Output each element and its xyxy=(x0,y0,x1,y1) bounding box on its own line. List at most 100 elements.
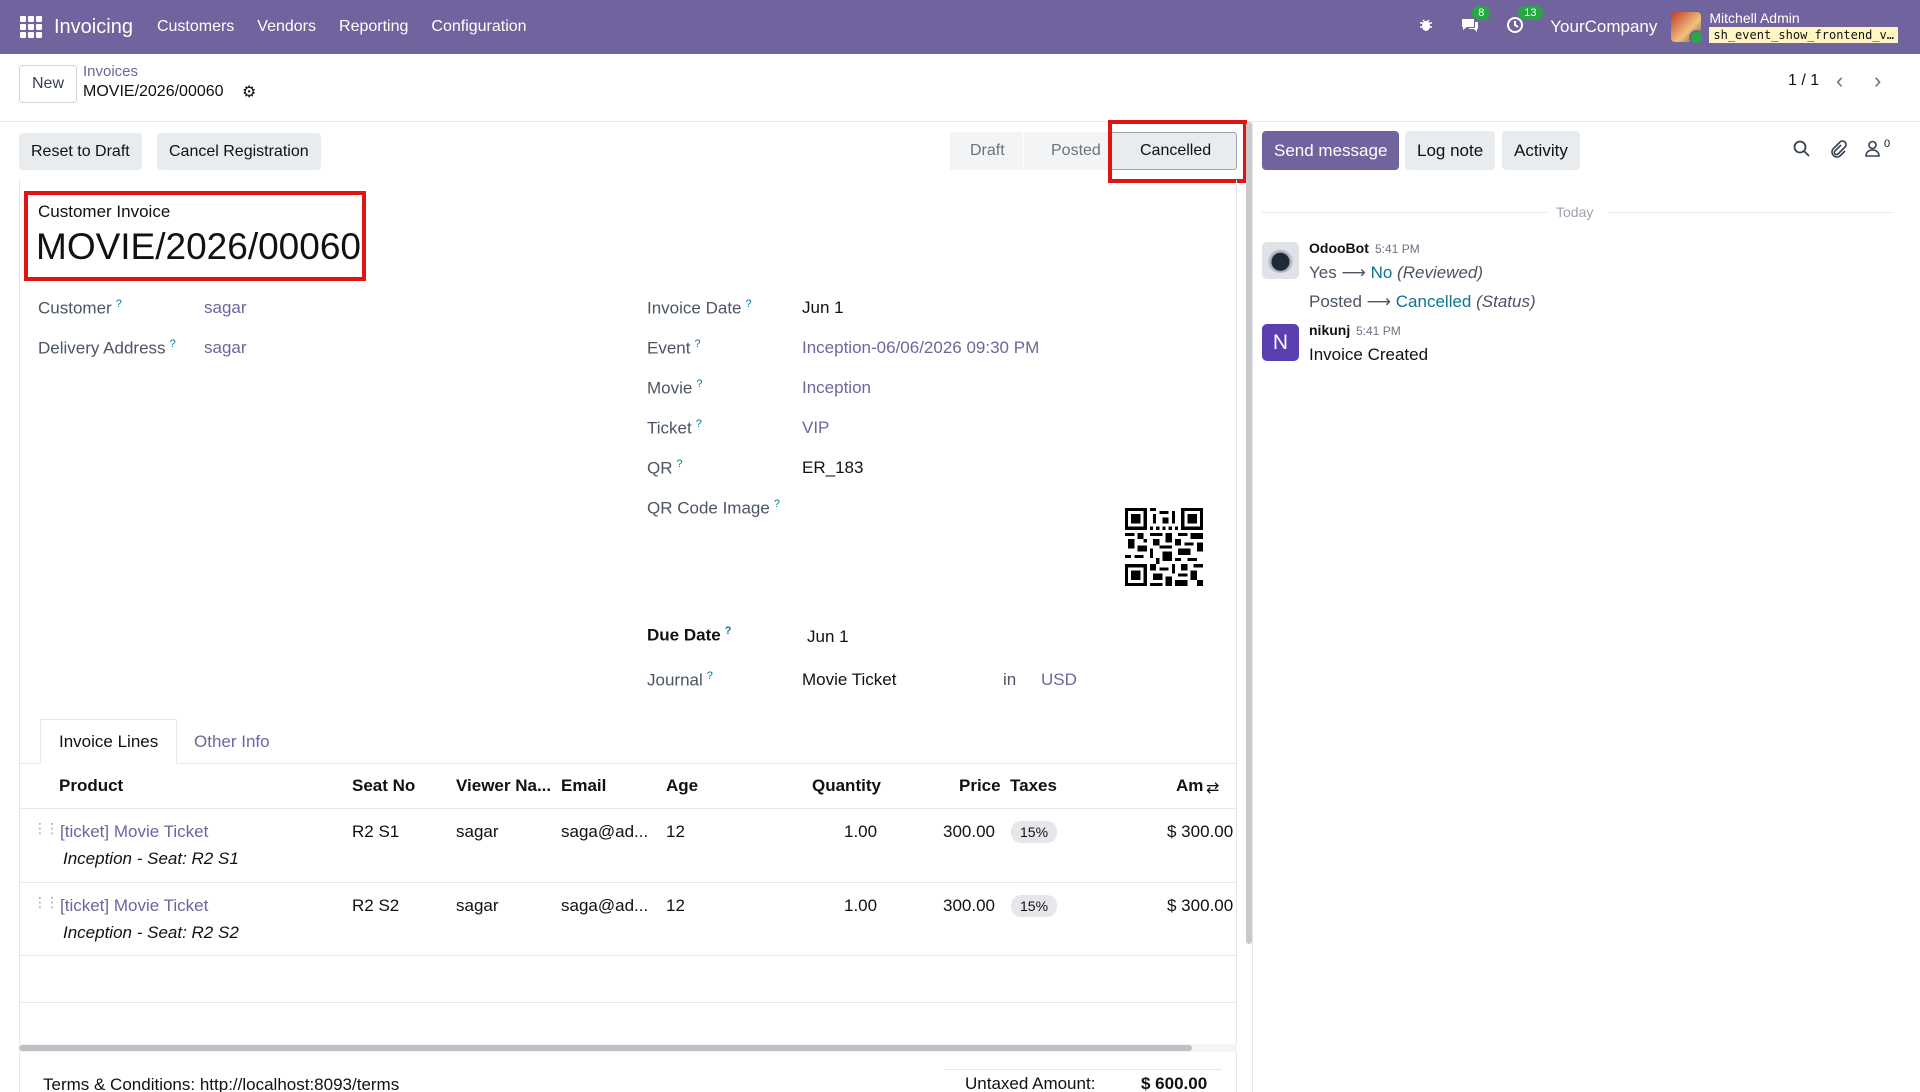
header-divider xyxy=(19,808,1237,809)
due-date-field[interactable]: Jun 1 xyxy=(807,627,849,647)
journal-field[interactable]: Movie Ticket xyxy=(802,670,896,690)
bug-icon[interactable] xyxy=(1418,17,1434,38)
row2-price[interactable]: 300.00 xyxy=(943,896,995,916)
customer-field[interactable]: sagar xyxy=(204,298,247,318)
row2-tax-badge[interactable]: 15% xyxy=(1011,895,1058,917)
movie-field[interactable]: Inception xyxy=(802,378,871,398)
app-name[interactable]: Invoicing xyxy=(54,16,133,39)
qr-code-image[interactable] xyxy=(1125,508,1203,586)
tab-invoice-lines[interactable]: Invoice Lines xyxy=(40,719,178,764)
message-author[interactable]: nikunj xyxy=(1309,322,1350,338)
tab-other-info[interactable]: Other Info xyxy=(176,719,288,764)
row-divider xyxy=(19,882,1237,883)
row1-product[interactable]: [ticket] Movie Ticket xyxy=(60,822,208,842)
row2-seat[interactable]: R2 S2 xyxy=(352,896,399,916)
new-button[interactable]: New xyxy=(19,65,78,103)
activity-button[interactable]: Activity xyxy=(1502,131,1580,170)
message-body: Invoice Created xyxy=(1309,345,1429,364)
message-time: 5:41 PM xyxy=(1356,324,1401,338)
invoice-date-label: Invoice Date? xyxy=(647,298,752,318)
row2-product[interactable]: [ticket] Movie Ticket xyxy=(60,896,208,916)
untaxed-amount-value: $ 600.00 xyxy=(1141,1074,1208,1092)
event-field[interactable]: Inception-06/06/2026 09:30 PM xyxy=(802,338,1039,358)
menu-customers[interactable]: Customers xyxy=(157,18,234,36)
user-avatar[interactable] xyxy=(1671,12,1705,45)
messages-badge: 8 xyxy=(1472,5,1491,20)
send-message-button[interactable]: Send message xyxy=(1262,131,1400,170)
clock-icon[interactable]: 13 xyxy=(1506,5,1543,39)
user-menu[interactable]: Mitchell Admin sh_event_show_frontend_v… xyxy=(1709,11,1898,43)
col-amount[interactable]: Am xyxy=(1176,776,1203,796)
row1-amount: $ 300.00 xyxy=(1167,822,1234,841)
row1-email[interactable]: saga@ad... xyxy=(561,822,648,842)
drag-handle-icon[interactable]: ⋮⋮ xyxy=(33,895,59,909)
row2-age[interactable]: 12 xyxy=(666,896,685,916)
menu-reporting[interactable]: Reporting xyxy=(339,18,408,36)
ticket-field[interactable]: VIP xyxy=(802,418,829,438)
row-divider xyxy=(19,955,1237,956)
qr-label: QR? xyxy=(647,458,683,478)
table-hscroll-thumb[interactable] xyxy=(19,1045,1192,1051)
search-icon[interactable] xyxy=(1793,140,1810,162)
row2-quantity[interactable]: 1.00 xyxy=(844,896,877,916)
company-switcher[interactable]: YourCompany xyxy=(1550,17,1657,37)
control-panel: New Invoices MOVIE/2026/00060 ⚙ 1 / 1 ‹ … xyxy=(0,54,1920,122)
date-divider-right xyxy=(1608,212,1893,213)
col-product[interactable]: Product xyxy=(59,776,123,796)
apps-grid-icon[interactable] xyxy=(20,16,42,38)
tracking-change-reviewed: Yes ⟶ No (Reviewed) xyxy=(1309,263,1484,282)
gear-icon[interactable]: ⚙ xyxy=(242,82,256,102)
cancel-registration-button[interactable]: Cancel Registration xyxy=(157,133,321,170)
followers-icon[interactable] xyxy=(1864,140,1881,162)
row2-amount: $ 300.00 xyxy=(1167,896,1234,915)
log-note-button[interactable]: Log note xyxy=(1405,131,1496,170)
row1-price[interactable]: 300.00 xyxy=(943,822,995,842)
odoobot-avatar[interactable] xyxy=(1262,242,1299,279)
qr-field[interactable]: ER_183 xyxy=(802,458,863,478)
col-viewer-name[interactable]: Viewer Na... xyxy=(456,776,551,796)
menu-configuration[interactable]: Configuration xyxy=(431,18,526,36)
col-taxes[interactable]: Taxes xyxy=(1010,776,1057,796)
nikunj-avatar[interactable]: N xyxy=(1262,324,1299,361)
reset-to-draft-button[interactable]: Reset to Draft xyxy=(19,133,142,170)
terms-conditions[interactable]: Terms & Conditions: http://localhost:809… xyxy=(43,1075,399,1092)
row2-email[interactable]: saga@ad... xyxy=(561,896,648,916)
in-label: in xyxy=(1003,670,1017,689)
stage-draft[interactable]: Draft xyxy=(950,132,1023,170)
chatter-divider xyxy=(1252,122,1253,1092)
row1-viewer[interactable]: sagar xyxy=(456,822,499,842)
due-date-label: Due Date? xyxy=(647,625,732,645)
row1-seat[interactable]: R2 S1 xyxy=(352,822,399,842)
invoice-date-field[interactable]: Jun 1 xyxy=(802,298,844,318)
paperclip-icon[interactable] xyxy=(1829,140,1847,163)
chevron-left-icon[interactable]: ‹ xyxy=(1836,68,1843,94)
breadcrumb-invoices[interactable]: Invoices xyxy=(83,63,138,80)
chevron-right-icon[interactable]: › xyxy=(1874,68,1881,94)
row1-tax-badge[interactable]: 15% xyxy=(1011,821,1058,843)
journal-label: Journal? xyxy=(647,670,713,690)
totals-divider xyxy=(944,1069,1222,1070)
pager-value[interactable]: 1 / 1 xyxy=(1788,72,1819,90)
message-author[interactable]: OdooBot xyxy=(1309,240,1369,256)
delivery-address-field[interactable]: sagar xyxy=(204,338,247,358)
col-age[interactable]: Age xyxy=(666,776,698,796)
drag-handle-icon[interactable]: ⋮⋮ xyxy=(33,821,59,835)
delivery-address-label: Delivery Address? xyxy=(38,338,176,358)
menu-vendors[interactable]: Vendors xyxy=(257,18,316,36)
date-divider-left xyxy=(1262,212,1547,213)
col-seat-no[interactable]: Seat No xyxy=(352,776,415,796)
col-quantity[interactable]: Quantity xyxy=(812,776,881,796)
stage-posted[interactable]: Posted xyxy=(1023,132,1110,170)
row1-quantity[interactable]: 1.00 xyxy=(844,822,877,842)
event-label: Event? xyxy=(647,338,701,358)
row2-note[interactable]: Inception - Seat: R2 S2 xyxy=(63,923,239,943)
row2-viewer[interactable]: sagar xyxy=(456,896,499,916)
column-options-icon[interactable]: ⇄ xyxy=(1206,778,1219,798)
chat-icon[interactable]: 8 xyxy=(1460,5,1491,39)
col-price[interactable]: Price xyxy=(959,776,1001,796)
row1-note[interactable]: Inception - Seat: R2 S1 xyxy=(63,849,239,869)
currency-field[interactable]: USD xyxy=(1041,670,1077,690)
col-email[interactable]: Email xyxy=(561,776,606,796)
followers-count: 0 xyxy=(1884,138,1891,150)
row1-age[interactable]: 12 xyxy=(666,822,685,842)
